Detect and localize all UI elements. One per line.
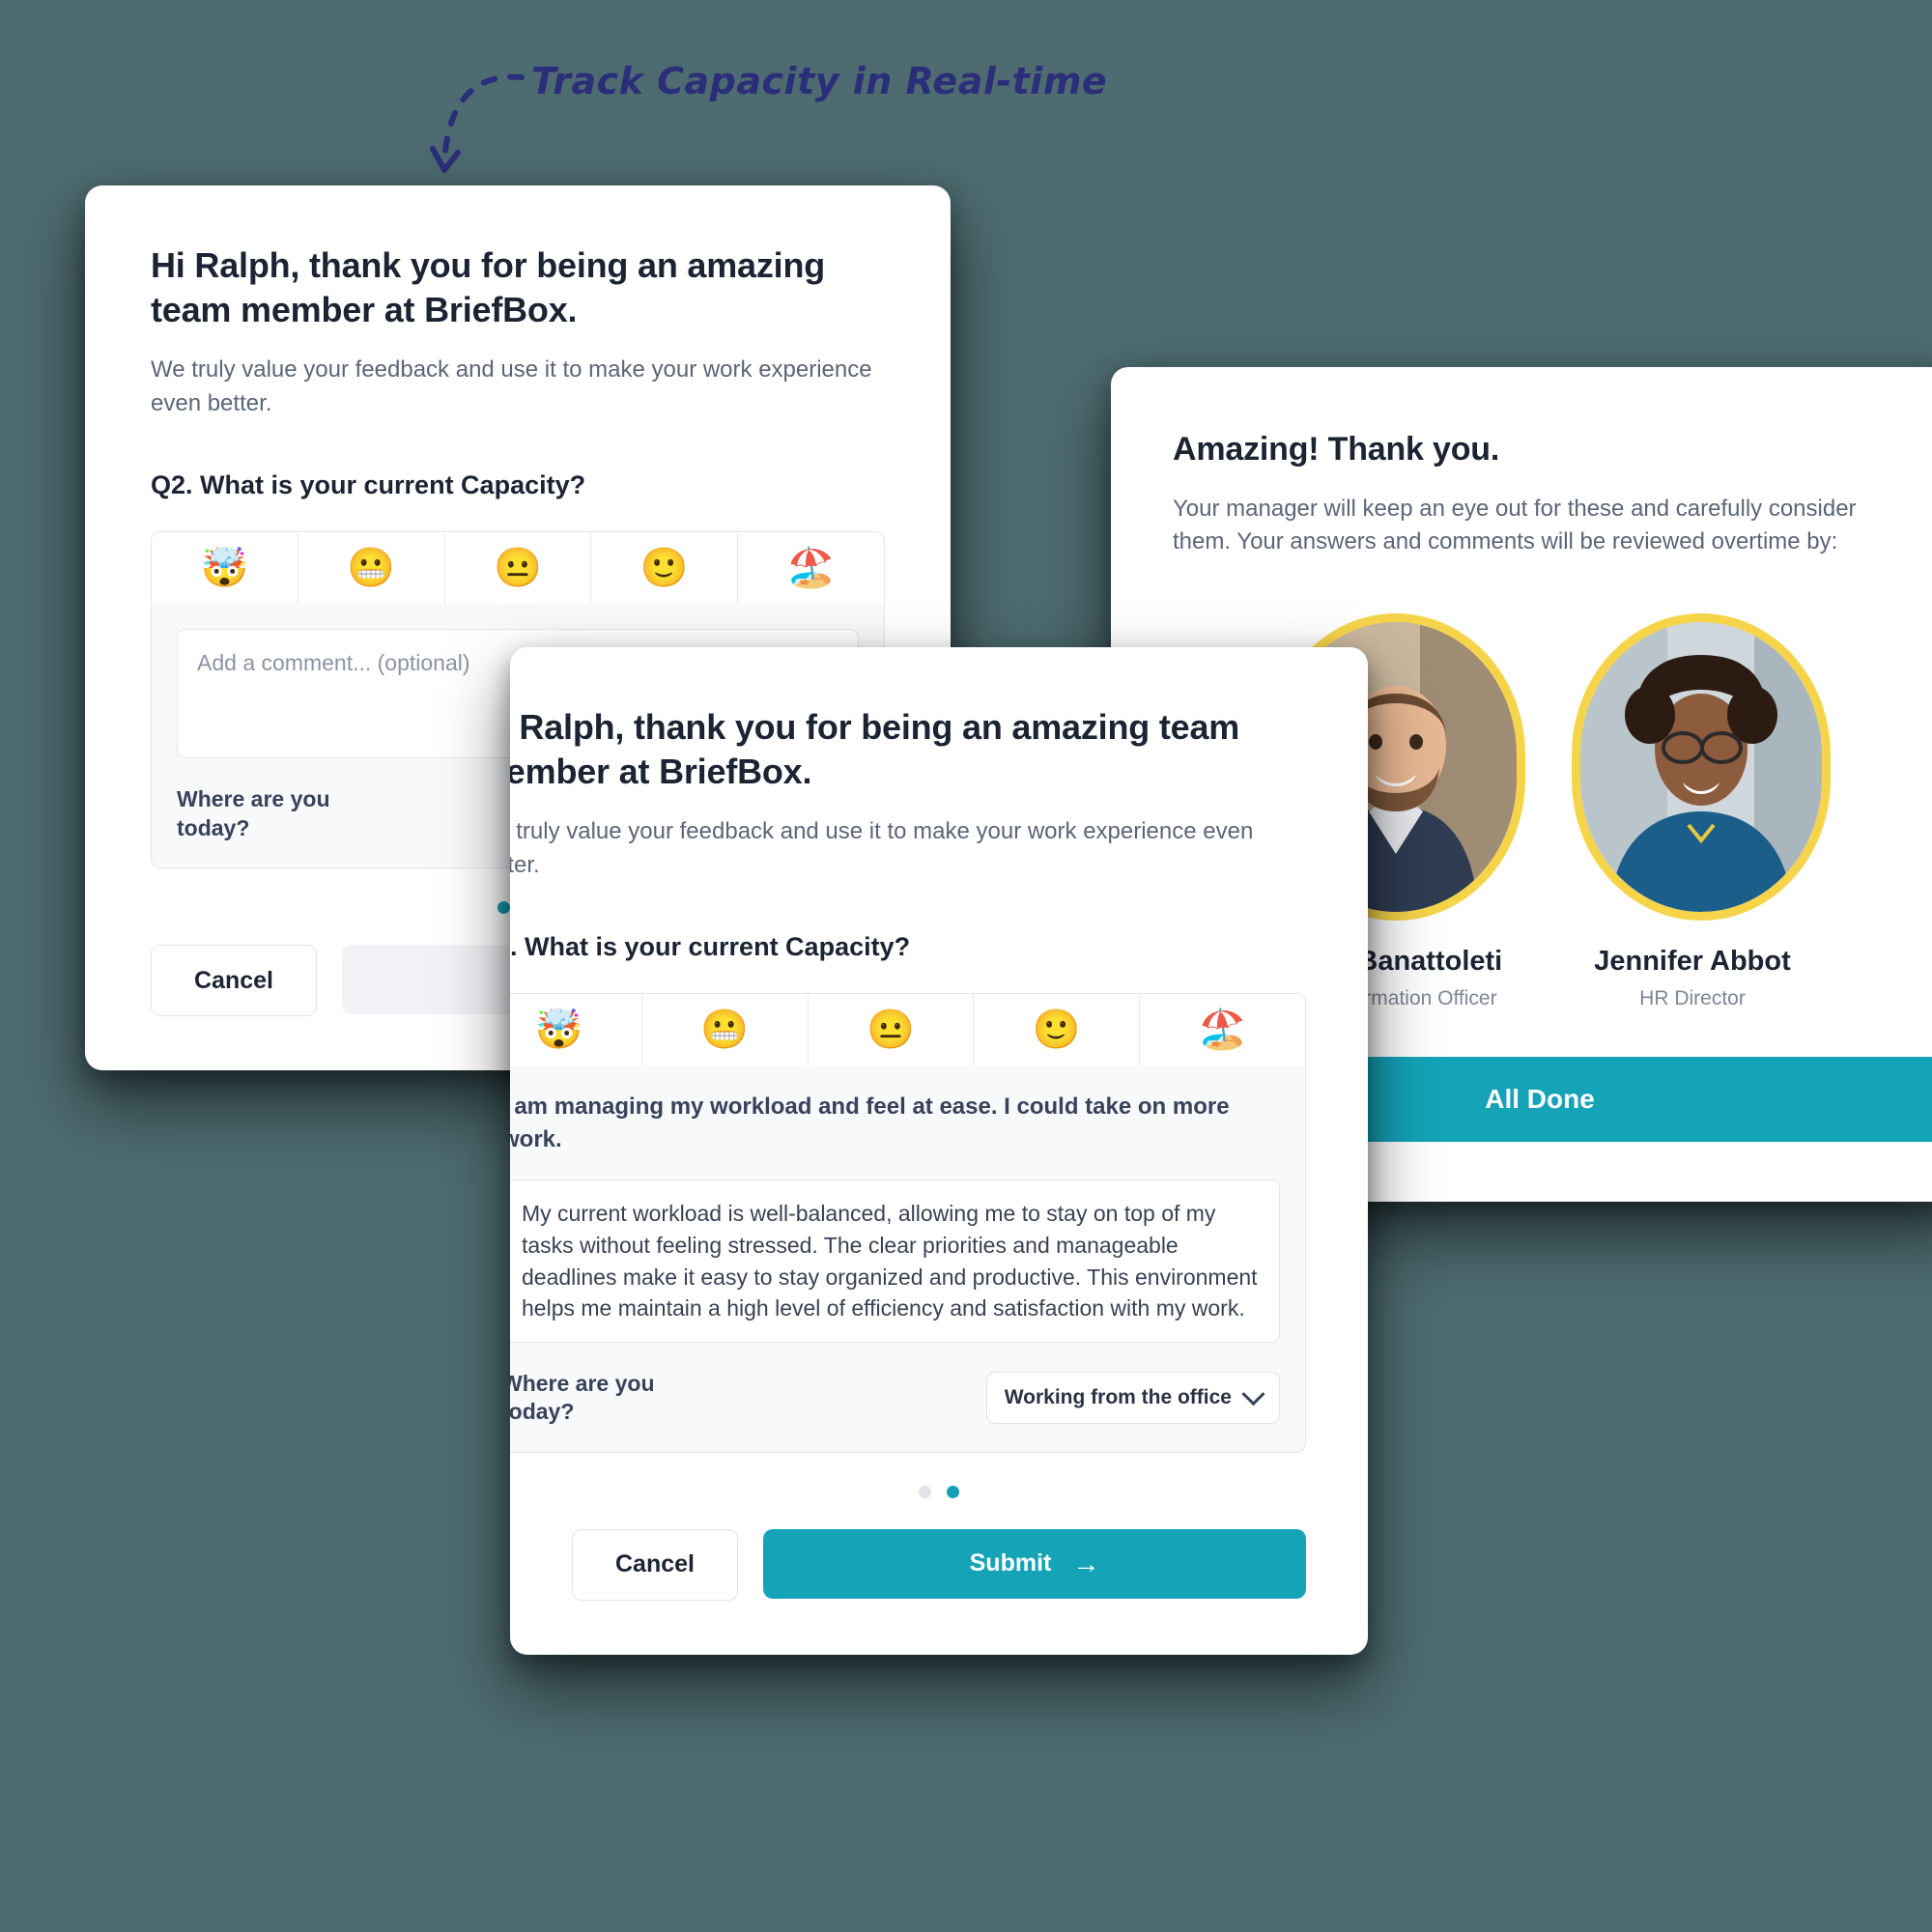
exploding-head-emoji[interactable]: 🤯 — [152, 532, 298, 605]
card-two-rating-panel: 🤯 😬 😐 🙂 🏖️ I am managing my workload and… — [510, 993, 1306, 1453]
annotation-text: Track Capacity in Real-time — [531, 60, 1108, 102]
pagination-dot-2[interactable] — [947, 1485, 959, 1498]
card-two-where-dropdown[interactable]: Working from the office — [985, 1372, 1280, 1425]
reviewer-role: HR Director — [1639, 987, 1746, 1010]
card-three-heading: Amazing! Thank you. — [1173, 431, 1500, 468]
card-two-where-value: Working from the office — [1004, 1386, 1232, 1409]
card-two-question: Q2. What is your current Capacity? — [510, 931, 911, 961]
card-two-rating-caption: I am managing my workload and feel at ea… — [510, 1094, 1230, 1153]
chevron-down-icon — [1241, 1382, 1265, 1406]
card-two-comment-input[interactable]: My current workload is well-balanced, al… — [510, 1179, 1280, 1343]
pagination-dot-1[interactable] — [919, 1485, 931, 1498]
card-two-where-row: Where are you today? Working from the of… — [510, 1370, 1280, 1427]
card-two-actions: Cancel Submit → — [572, 1528, 1306, 1601]
card-two-where-label: Where are you today? — [510, 1370, 655, 1425]
card-one-where-label: Where are you today? — [177, 786, 330, 840]
card-one-heading: Hi Ralph, thank you for being an amazing… — [151, 245, 826, 330]
card-two-emoji-row: 🤯 😬 😐 🙂 🏖️ — [510, 994, 1305, 1066]
card-one-cancel-button[interactable]: Cancel — [151, 945, 317, 1017]
card-two-pagination-dots — [572, 1485, 1306, 1498]
annotation-callout: Track Capacity in Real-time — [425, 46, 1107, 182]
arrow-right-icon: → — [1072, 1548, 1100, 1578]
card-two-subtext: We truly value your feedback and use it … — [510, 818, 1254, 878]
neutral-face-emoji[interactable]: 😐 — [444, 532, 592, 605]
card-one-emoji-row: 🤯 😬 😐 🙂 🏖️ — [152, 532, 884, 605]
card-two-submit-label: Submit — [969, 1549, 1052, 1577]
woman-smiling-photo — [1580, 622, 1822, 913]
card-three-subtext: Your manager will keep an eye out for th… — [1173, 495, 1857, 555]
neutral-face-emoji[interactable]: 😐 — [808, 994, 975, 1066]
card-two-submit-button[interactable]: Submit → — [762, 1528, 1306, 1599]
reviewer-item: Jennifer Abbot HR Director — [1572, 613, 1831, 1010]
grimacing-face-emoji[interactable]: 😬 — [298, 532, 445, 605]
exploding-head-emoji[interactable]: 🤯 — [510, 994, 642, 1066]
card-one-subtext: We truly value your feedback and use it … — [151, 356, 872, 416]
card-two-heading: Hi Ralph, thank you for being an amazing… — [510, 707, 1240, 792]
card-one-question: Q2. What is your current Capacity? — [151, 469, 586, 499]
reviewer-name: Jennifer Abbot — [1594, 946, 1791, 978]
beach-umbrella-emoji[interactable]: 🏖️ — [1140, 994, 1305, 1066]
avatar — [1572, 613, 1831, 922]
slightly-smiling-face-emoji[interactable]: 🙂 — [591, 532, 739, 605]
beach-umbrella-emoji[interactable]: 🏖️ — [738, 532, 884, 605]
survey-card-step-two: Hi Ralph, thank you for being an amazing… — [510, 647, 1368, 1655]
slightly-smiling-face-emoji[interactable]: 🙂 — [974, 994, 1141, 1066]
grimacing-face-emoji[interactable]: 😬 — [641, 994, 809, 1066]
dashed-curved-arrow-icon — [430, 73, 525, 173]
card-two-cancel-button[interactable]: Cancel — [572, 1528, 738, 1601]
pagination-dot-1[interactable] — [497, 901, 510, 915]
